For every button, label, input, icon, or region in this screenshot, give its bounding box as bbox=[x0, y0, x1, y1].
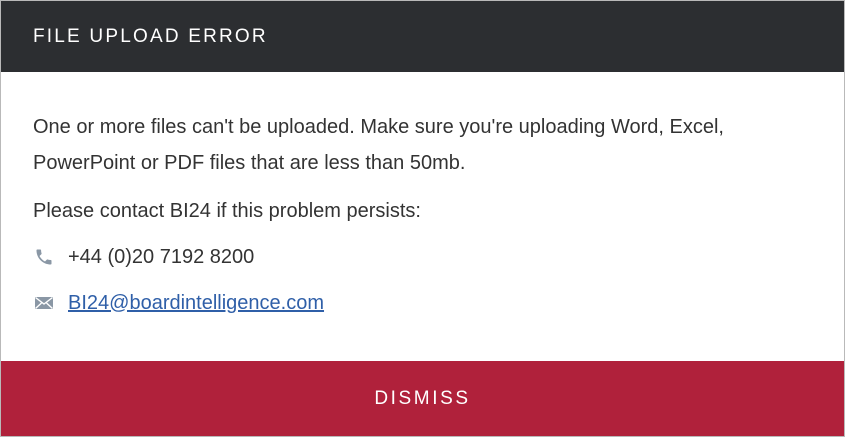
dialog-title: FILE UPLOAD ERROR bbox=[33, 25, 268, 47]
phone-row: +44 (0)20 7192 8200 bbox=[33, 245, 814, 269]
phone-number: +44 (0)20 7192 8200 bbox=[68, 245, 255, 268]
phone-icon bbox=[33, 246, 55, 268]
email-link[interactable]: BI24@boardintelligence.com bbox=[68, 292, 324, 315]
upload-error-dialog: FILE UPLOAD ERROR One or more files can'… bbox=[0, 0, 845, 437]
envelope-icon bbox=[33, 292, 55, 314]
dialog-header: FILE UPLOAD ERROR bbox=[1, 1, 844, 72]
dismiss-label: DISMISS bbox=[374, 387, 471, 409]
error-message: One or more files can't be uploaded. Mak… bbox=[33, 116, 724, 174]
dismiss-button[interactable]: DISMISS bbox=[1, 361, 844, 436]
contact-prompt: Please contact BI24 if this problem pers… bbox=[33, 200, 421, 222]
email-row: BI24@boardintelligence.com bbox=[33, 291, 814, 315]
dialog-body: One or more files can't be uploaded. Mak… bbox=[1, 72, 844, 315]
